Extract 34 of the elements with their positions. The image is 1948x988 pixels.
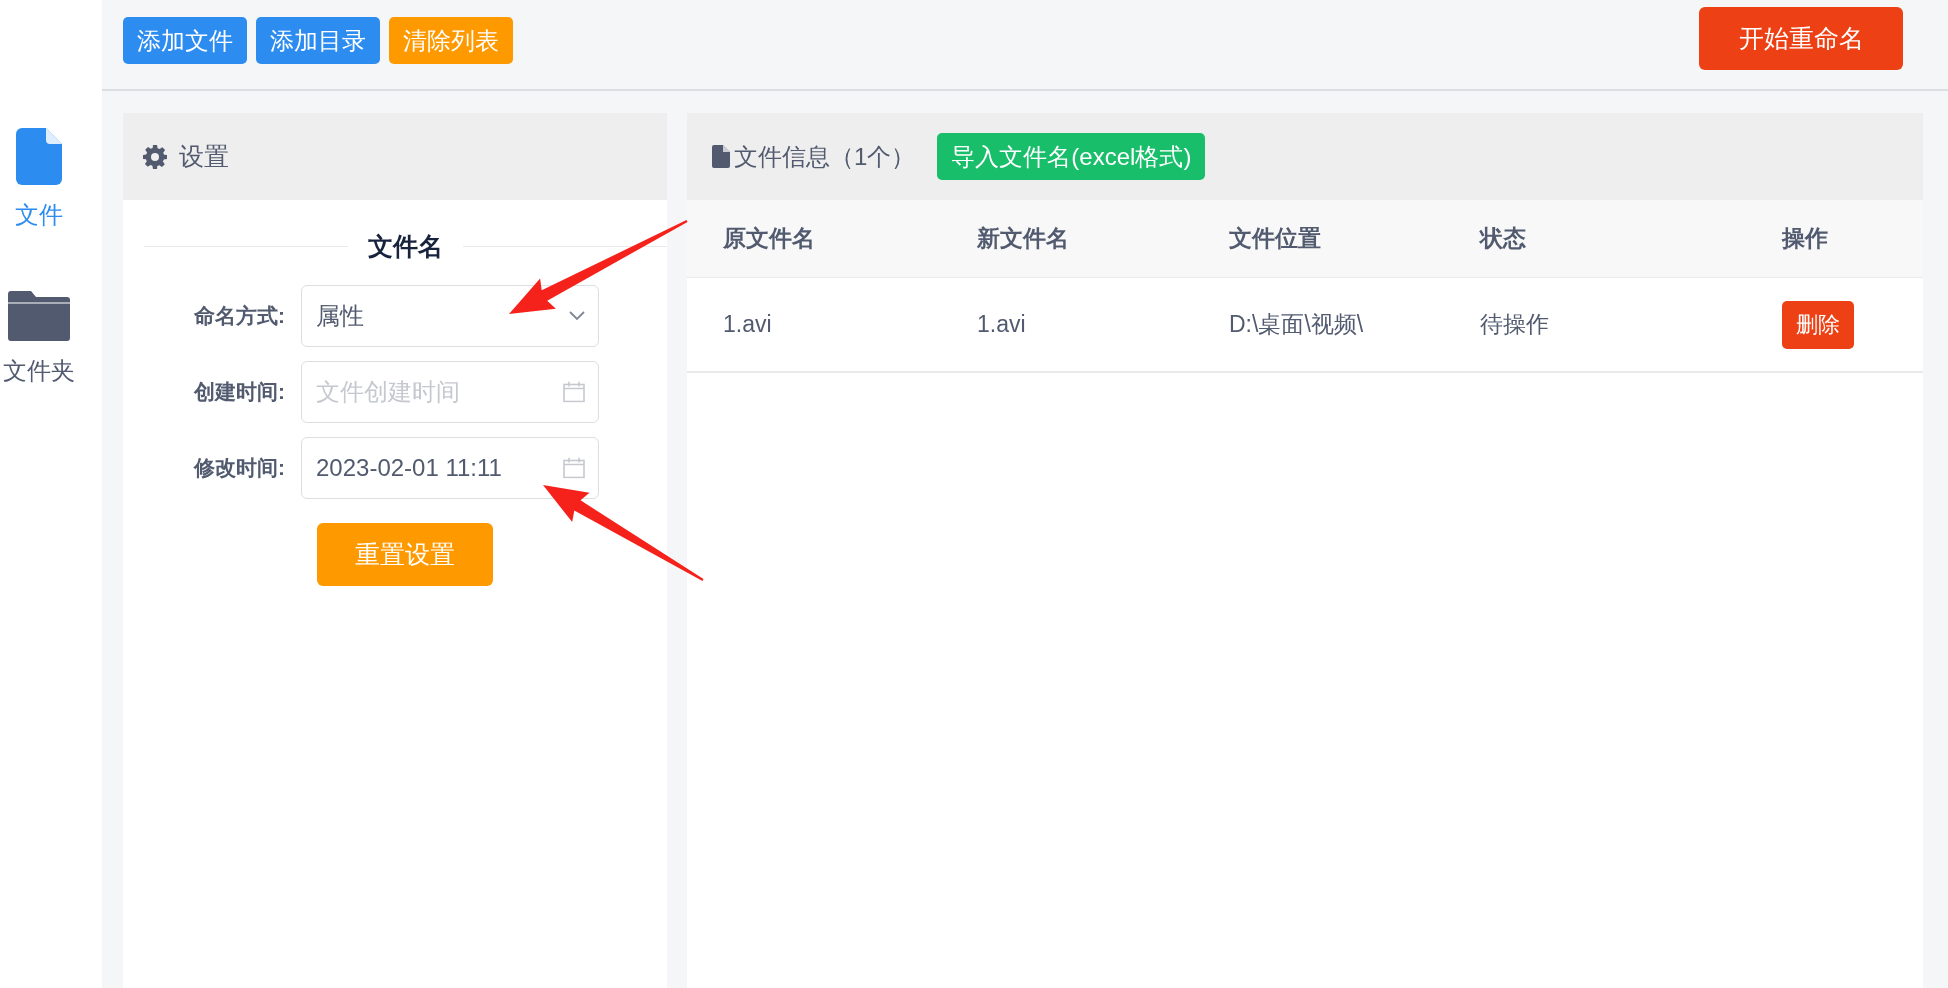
table-cell: D:\桌面\视频\ [1193, 278, 1444, 373]
sidebar-item[interactable]: 文件 [15, 128, 63, 231]
file-icon [712, 145, 730, 168]
field-label: 命名方式: [193, 303, 286, 329]
table-cell: 1.avi [941, 278, 1193, 373]
column-header: 文件位置 [1193, 200, 1444, 278]
column-header: 新文件名 [941, 200, 1193, 278]
column-header: 原文件名 [687, 200, 941, 278]
column-header: 操作 [1746, 200, 1923, 278]
date-field[interactable]: 文件创建时间 [301, 361, 599, 423]
calendar-icon [563, 381, 585, 403]
sidebar-item[interactable]: 文件夹 [3, 291, 75, 387]
settings-icon [143, 144, 167, 169]
column-header: 状态 [1444, 200, 1746, 278]
panel-title: 设置 [179, 141, 229, 172]
delete-button[interactable]: 删除 [1782, 300, 1854, 349]
table-cell: 1.avi [687, 278, 941, 373]
import-filenames-button[interactable]: 导入文件名(excel格式) [937, 133, 1206, 180]
toolbar-button[interactable]: 添加目录 [256, 17, 380, 64]
toolbar-button[interactable]: 清除列表 [389, 17, 513, 64]
date-field[interactable]: 2023-02-01 11:11 [301, 437, 599, 499]
field-label: 修改时间: [192, 455, 286, 481]
panel-title: 文件信息（1个） [734, 141, 916, 172]
select-field[interactable]: 属性 [301, 285, 599, 347]
chevron-down-icon [569, 311, 585, 321]
calendar-icon [563, 457, 585, 479]
field-label: 创建时间: [192, 379, 286, 405]
folder-icon [8, 291, 70, 341]
reset-settings-button[interactable]: 重置设置 [317, 523, 493, 586]
section-title: 文件名 [368, 231, 443, 262]
start-rename-button[interactable]: 开始重命名 [1699, 7, 1903, 70]
toolbar-button[interactable]: 添加文件 [123, 17, 247, 64]
file-icon [16, 128, 62, 185]
table-cell: 待操作 [1444, 278, 1746, 373]
